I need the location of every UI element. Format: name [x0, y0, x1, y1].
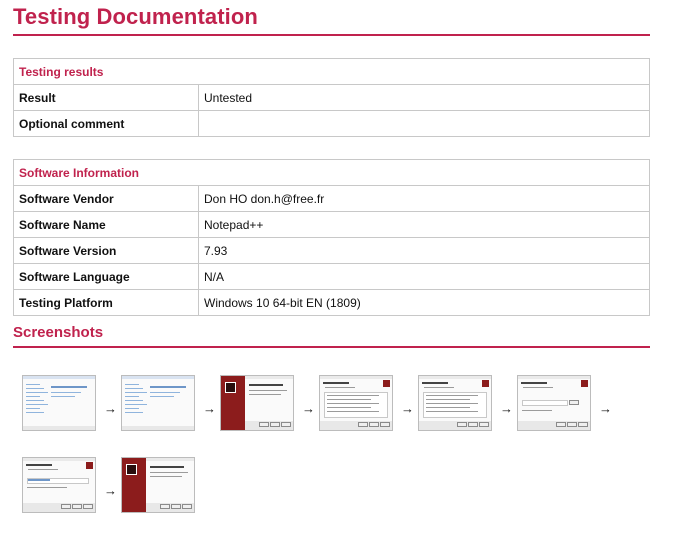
screenshot-thumbnail — [22, 375, 96, 431]
table-row: Testing Platform Windows 10 64-bit EN (1… — [13, 289, 650, 316]
optional-comment-value — [198, 110, 650, 137]
screenshot-thumbnail — [220, 375, 294, 431]
software-vendor-label: Software Vendor — [13, 185, 199, 212]
table-row: Software Language N/A — [13, 263, 650, 290]
software-language-label: Software Language — [13, 263, 199, 290]
sequence-arrow: → — [104, 483, 117, 498]
sequence-arrow: → — [203, 401, 216, 416]
screenshot-thumbnail — [418, 375, 492, 431]
table-row: Software Vendor Don HO don.h@free.fr — [13, 185, 650, 212]
table-row: Software Name Notepad++ — [13, 211, 650, 238]
software-name-label: Software Name — [13, 211, 199, 238]
screenshot-thumbnail — [121, 457, 195, 513]
testing-platform-label: Testing Platform — [13, 289, 199, 316]
testing-results-header: Testing results — [13, 58, 650, 85]
screenshots-heading: Screenshots — [13, 324, 104, 341]
sequence-arrow: → — [599, 401, 612, 416]
software-information-table: Software Information Software Vendor Don… — [13, 159, 650, 316]
table-row: Optional comment — [13, 110, 650, 137]
result-label: Result — [13, 84, 199, 111]
software-version-label: Software Version — [13, 237, 199, 264]
screenshot-thumbnail — [121, 375, 195, 431]
optional-comment-label: Optional comment — [13, 110, 199, 137]
sequence-arrow: → — [104, 401, 117, 416]
screenshot-thumbnail — [22, 457, 96, 513]
testing-results-table: Testing results Result Untested Optional… — [13, 58, 650, 137]
software-version-value: 7.93 — [198, 237, 650, 264]
software-information-header: Software Information — [13, 159, 650, 186]
software-vendor-value: Don HO don.h@free.fr — [198, 185, 650, 212]
software-language-value: N/A — [198, 263, 650, 290]
sequence-arrow: → — [302, 401, 315, 416]
result-value: Untested — [198, 84, 650, 111]
sequence-arrow: → — [500, 401, 513, 416]
software-name-value: Notepad++ — [198, 211, 650, 238]
screenshots-divider — [13, 346, 650, 348]
testing-platform-value: Windows 10 64-bit EN (1809) — [198, 289, 650, 316]
sequence-arrow: → — [401, 401, 414, 416]
screenshot-thumbnail — [319, 375, 393, 431]
screenshot-thumbnail — [517, 375, 591, 431]
title-divider — [13, 34, 650, 36]
page-title: Testing Documentation — [13, 4, 258, 29]
table-row: Result Untested — [13, 84, 650, 111]
table-row: Software Version 7.93 — [13, 237, 650, 264]
